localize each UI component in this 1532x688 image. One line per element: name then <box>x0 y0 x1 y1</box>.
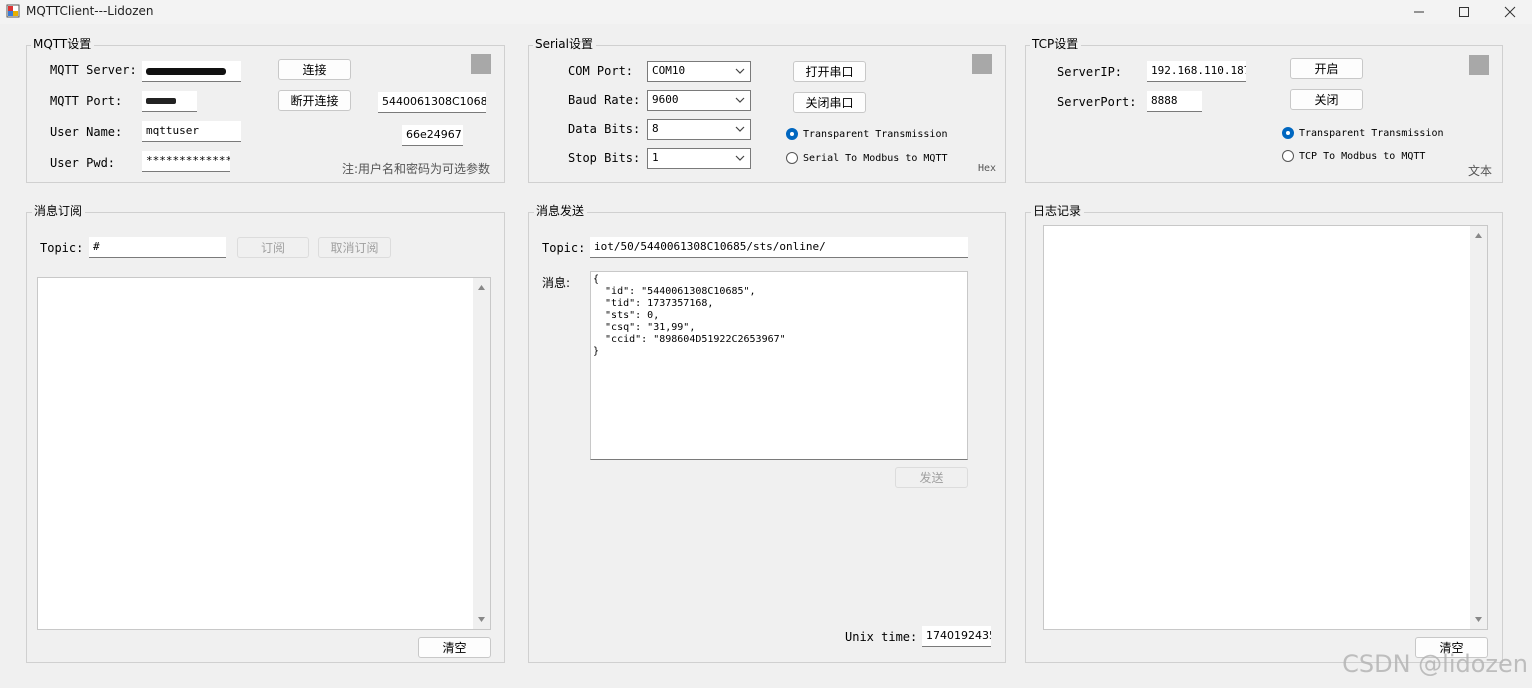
mqtt-note: 注:用户名和密码为可选参数 <box>342 162 491 176</box>
baud-rate-label: Baud Rate: <box>568 93 641 107</box>
radio-unselected-icon <box>786 152 798 164</box>
close-button[interactable] <box>1487 0 1532 24</box>
com-port-value: COM10 <box>652 64 686 77</box>
server-ip-label: ServerIP: <box>1057 65 1123 79</box>
subscribe-topic-label: Topic: <box>40 241 84 255</box>
unix-time-field[interactable]: 1740192435 <box>922 626 991 647</box>
tcp-radio-transparent-label: Transparent Transmission <box>1299 127 1444 139</box>
subscribe-button[interactable]: 订阅 <box>237 237 309 258</box>
mqtt-status-indicator <box>471 54 491 74</box>
com-port-label: COM Port: <box>568 64 634 78</box>
watermark: CSDN @lidozen <box>1342 650 1528 678</box>
server-port-label: ServerPort: <box>1057 95 1137 109</box>
publish-message-content: { "id": "5440061308C10685", "tid": 17373… <box>593 274 786 357</box>
client-id-field[interactable]: 5440061308C10685 <box>378 92 486 113</box>
log-textarea[interactable] <box>1043 225 1488 630</box>
radio-selected-icon <box>1282 127 1294 139</box>
send-button[interactable]: 发送 <box>895 467 968 488</box>
tcp-stop-button[interactable]: 关闭 <box>1290 89 1363 110</box>
tcp-mode-tag[interactable]: 文本 <box>1468 162 1492 179</box>
stop-bits-value: 1 <box>652 151 659 164</box>
close-serial-button[interactable]: 关闭串口 <box>793 92 866 113</box>
publish-title: 消息发送 <box>534 204 588 218</box>
open-serial-button[interactable]: 打开串口 <box>793 61 866 82</box>
redaction-mark <box>146 68 226 75</box>
user-pwd-input[interactable]: ************* <box>142 151 230 172</box>
user-pwd-label: User Pwd: <box>50 156 116 170</box>
disconnect-button[interactable]: 断开连接 <box>278 90 351 111</box>
close-icon <box>1504 6 1516 18</box>
mqtt-port-input[interactable] <box>142 91 197 112</box>
redaction-mark <box>146 98 176 104</box>
chevron-down-icon <box>735 68 745 74</box>
subscribe-title: 消息订阅 <box>32 204 86 218</box>
data-bits-select[interactable]: 8 <box>647 119 751 140</box>
tcp-radio-modbus[interactable]: TCP To Modbus to MQTT <box>1282 150 1425 162</box>
tcp-start-button[interactable]: 开启 <box>1290 58 1363 79</box>
mqtt-server-input[interactable] <box>142 61 241 82</box>
unix-time-label: Unix time: <box>845 630 918 644</box>
server-ip-input[interactable]: 192.168.110.187 <box>1147 61 1246 82</box>
radio-unselected-icon <box>1282 150 1294 162</box>
title-bar: MQTTClient---Lidozen <box>0 0 1532 24</box>
mqtt-port-label: MQTT Port: <box>50 94 123 108</box>
hash-field[interactable]: 66e24967 <box>402 125 463 146</box>
publish-topic-input[interactable]: iot/50/5440061308C10685/sts/online/ <box>590 237 968 258</box>
publish-message-textarea[interactable]: { "id": "5440061308C10685", "tid": 17373… <box>590 271 968 460</box>
app-icon <box>6 4 20 18</box>
message-label: 消息: <box>542 276 571 290</box>
chevron-down-icon <box>735 155 745 161</box>
minimize-icon <box>1414 11 1424 13</box>
subscribe-topic-input[interactable]: # <box>89 237 226 258</box>
radio-selected-icon <box>786 128 798 140</box>
log-title: 日志记录 <box>1031 204 1085 218</box>
serial-status-indicator <box>972 54 992 74</box>
subscribe-messages-textarea[interactable] <box>37 277 491 630</box>
connect-button[interactable]: 连接 <box>278 59 351 80</box>
mqtt-settings-title: MQTT设置 <box>31 37 95 51</box>
mqtt-server-label: MQTT Server: <box>50 63 137 77</box>
baud-rate-value: 9600 <box>652 93 679 106</box>
serial-radio-transparent[interactable]: Transparent Transmission <box>786 128 948 140</box>
subscribe-scrollbar[interactable] <box>473 278 490 629</box>
log-scrollbar[interactable] <box>1470 226 1487 629</box>
window-title: MQTTClient---Lidozen <box>26 4 154 18</box>
scroll-up-icon[interactable] <box>1474 231 1483 240</box>
tcp-settings-title: TCP设置 <box>1030 37 1082 51</box>
data-bits-value: 8 <box>652 122 659 135</box>
stop-bits-select[interactable]: 1 <box>647 148 751 169</box>
serial-settings-title: Serial设置 <box>533 37 596 51</box>
scroll-down-icon[interactable] <box>477 615 486 624</box>
maximize-button[interactable] <box>1441 0 1487 24</box>
data-bits-label: Data Bits: <box>568 122 641 136</box>
unsubscribe-button[interactable]: 取消订阅 <box>318 237 391 258</box>
baud-rate-select[interactable]: 9600 <box>647 90 751 111</box>
maximize-icon <box>1459 7 1469 17</box>
tcp-radio-modbus-label: TCP To Modbus to MQTT <box>1299 150 1426 162</box>
server-port-input[interactable]: 8888 <box>1147 91 1202 112</box>
serial-mode-tag[interactable]: Hex <box>978 163 996 174</box>
publish-topic-label: Topic: <box>542 241 586 255</box>
minimize-button[interactable] <box>1396 0 1442 24</box>
serial-radio-modbus-label: Serial To Modbus to MQTT <box>803 152 948 164</box>
chevron-down-icon <box>735 126 745 132</box>
scroll-up-icon[interactable] <box>477 283 486 292</box>
serial-radio-modbus[interactable]: Serial To Modbus to MQTT <box>786 152 948 164</box>
stop-bits-label: Stop Bits: <box>568 151 641 165</box>
user-name-input[interactable]: mqttuser <box>142 121 241 142</box>
serial-radio-transparent-label: Transparent Transmission <box>803 128 948 140</box>
chevron-down-icon <box>735 97 745 103</box>
user-name-label: User Name: <box>50 125 123 139</box>
scroll-down-icon[interactable] <box>1474 615 1483 624</box>
tcp-radio-transparent[interactable]: Transparent Transmission <box>1282 127 1444 139</box>
subscribe-clear-button[interactable]: 清空 <box>418 637 491 658</box>
tcp-status-indicator <box>1469 55 1489 75</box>
com-port-select[interactable]: COM10 <box>647 61 751 82</box>
